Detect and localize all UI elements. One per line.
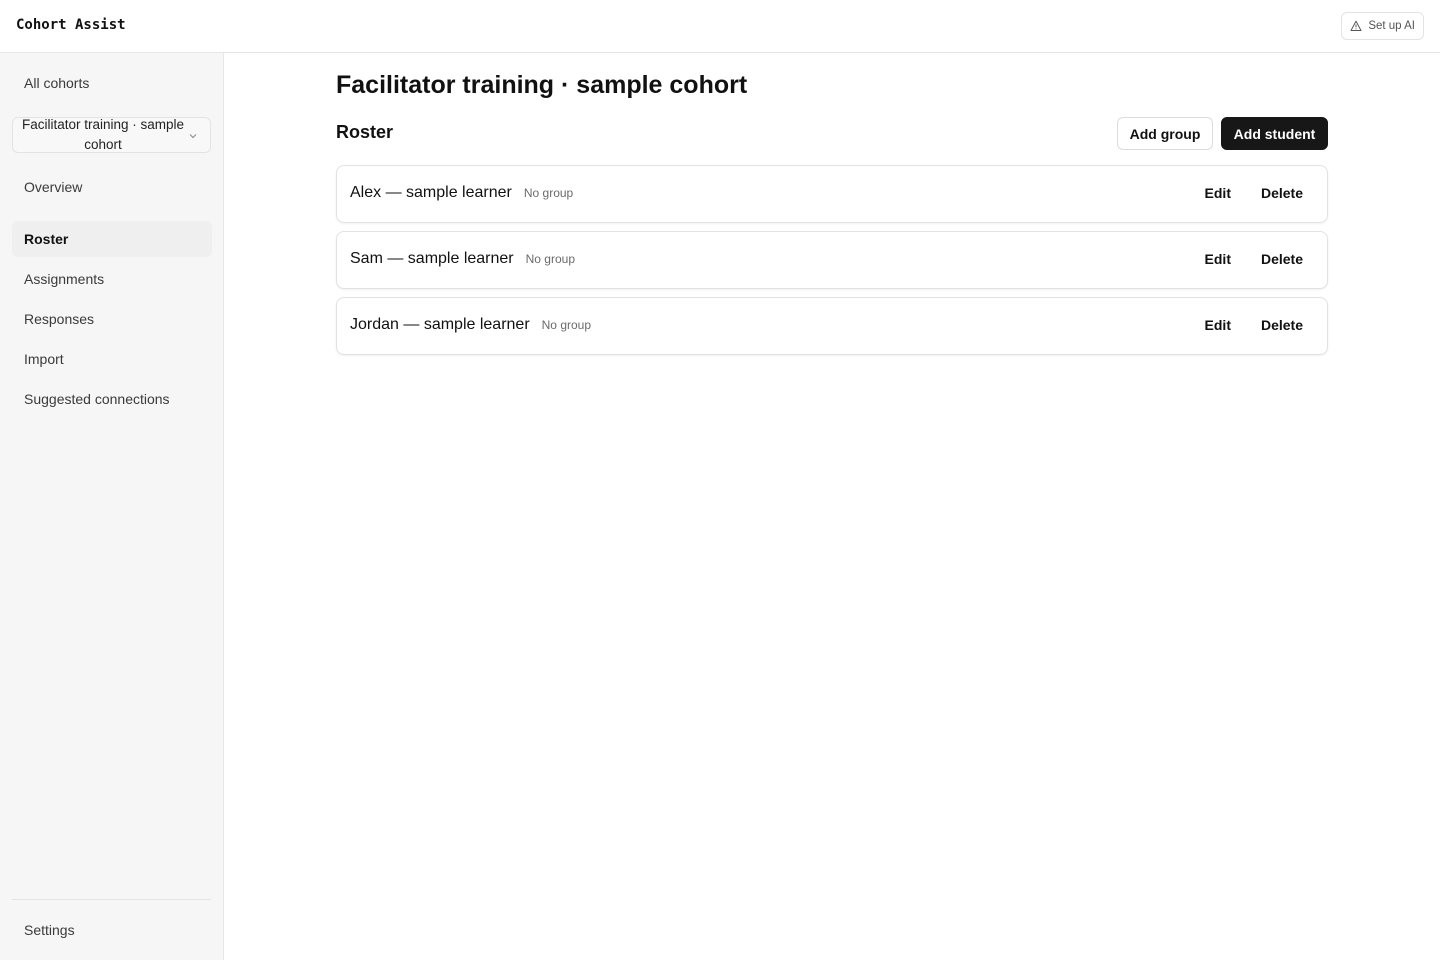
delete-button[interactable]: Delete <box>1261 185 1303 201</box>
edit-button[interactable]: Edit <box>1205 185 1231 201</box>
setup-ai-button[interactable]: Set up AI <box>1341 12 1424 40</box>
cohort-selector[interactable]: Facilitator training · sample cohort <box>12 117 211 153</box>
sidebar-item-responses[interactable]: Responses <box>12 301 212 337</box>
add-group-button[interactable]: Add group <box>1117 117 1213 150</box>
sidebar-item-overview[interactable]: Overview <box>12 169 212 205</box>
sidebar-item-import[interactable]: Import <box>12 341 212 377</box>
group-badge: No group <box>525 252 575 266</box>
section-title: Roster <box>336 122 394 142</box>
all-cohorts-link[interactable]: All cohorts <box>12 65 212 101</box>
student-row: Alex — sample learner No group Edit Delet… <box>336 165 1328 223</box>
cohort-selector-value: Facilitator training · sample cohort <box>21 117 185 152</box>
student-name: Alex — sample learner No group <box>350 184 573 202</box>
student-name: Sam — sample learner No group <box>350 250 575 268</box>
delete-button[interactable]: Delete <box>1261 317 1303 333</box>
app-title[interactable]: Cohort Assist <box>16 17 126 33</box>
sidebar-item-roster[interactable]: Roster <box>12 221 212 257</box>
edit-button[interactable]: Edit <box>1205 317 1231 333</box>
student-name-text: Alex — sample learner <box>350 184 512 201</box>
chevron-down-icon <box>189 134 197 139</box>
sidebar-divider <box>12 899 211 900</box>
student-name-text: Jordan — sample learner <box>350 316 530 333</box>
sidebar: All cohorts Facilitator training · sampl… <box>0 53 224 960</box>
page-title: Facilitator training · sample cohort <box>336 71 748 99</box>
group-badge: No group <box>541 318 592 332</box>
delete-button[interactable]: Delete <box>1261 251 1303 267</box>
sidebar-item-settings[interactable]: Settings <box>12 912 212 948</box>
student-row: Jordan — sample learner No group Edit Del… <box>336 297 1328 355</box>
warning-triangle-icon <box>1350 20 1362 31</box>
add-student-button[interactable]: Add student <box>1221 117 1328 150</box>
student-row: Sam — sample learner No group Edit Delete <box>336 231 1328 289</box>
sidebar-item-assignments[interactable]: Assignments <box>12 261 212 297</box>
setup-ai-label: Set up AI <box>1368 20 1415 32</box>
edit-button[interactable]: Edit <box>1205 251 1231 267</box>
student-name: Jordan — sample learner No group <box>350 316 591 334</box>
top-bar: Cohort Assist Set up AI <box>0 0 1440 53</box>
group-badge: No group <box>523 186 574 200</box>
student-name-text: Sam — sample learner <box>350 250 514 267</box>
sidebar-item-suggested-connections[interactable]: Suggested connections <box>12 381 212 417</box>
